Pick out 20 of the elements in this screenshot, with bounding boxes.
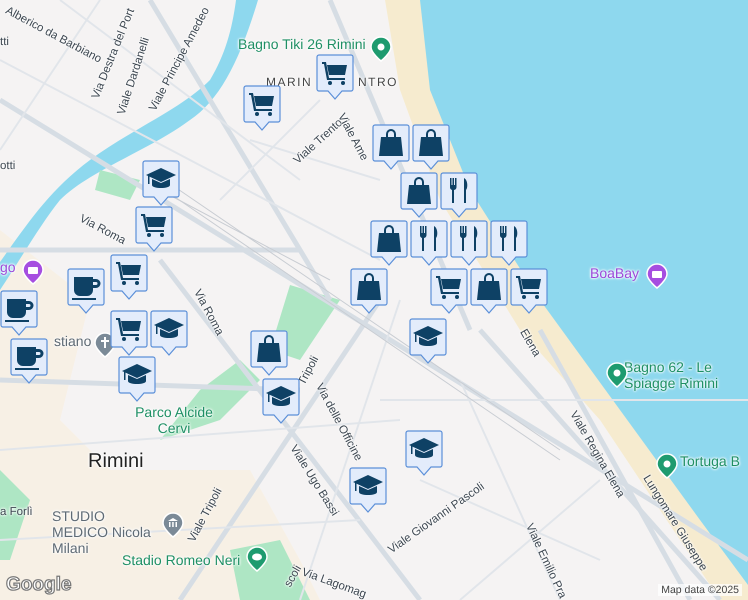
street-label: tti xyxy=(0,36,9,50)
park-label: Parco Alcide Cervi xyxy=(134,404,214,436)
street-label: a Forlì xyxy=(0,506,33,520)
place-label: stiano xyxy=(54,333,92,350)
place-label: go xyxy=(0,259,16,276)
place-label: Tortuga B xyxy=(680,453,740,470)
street-label: Viale Emilio Pra xyxy=(522,522,568,600)
place-label: Stadio Romeo Neri xyxy=(122,552,240,568)
building-pin-icon[interactable] xyxy=(162,512,184,538)
location-pin-icon[interactable] xyxy=(370,36,392,62)
map-attribution: Map data ©2025 xyxy=(658,584,742,596)
street-label: Via Roma xyxy=(190,288,226,338)
place-label: BoaBay xyxy=(590,265,640,282)
district-label: NTRO xyxy=(358,76,398,90)
google-logo: Google xyxy=(6,574,72,596)
stadium-pin-icon[interactable] xyxy=(246,546,268,572)
street-label: otti xyxy=(0,160,16,174)
place-label: Bagno Tiki 26 Rimini xyxy=(238,36,366,52)
district-label: MARIN xyxy=(266,76,312,90)
city-label: Rimini xyxy=(88,450,144,473)
